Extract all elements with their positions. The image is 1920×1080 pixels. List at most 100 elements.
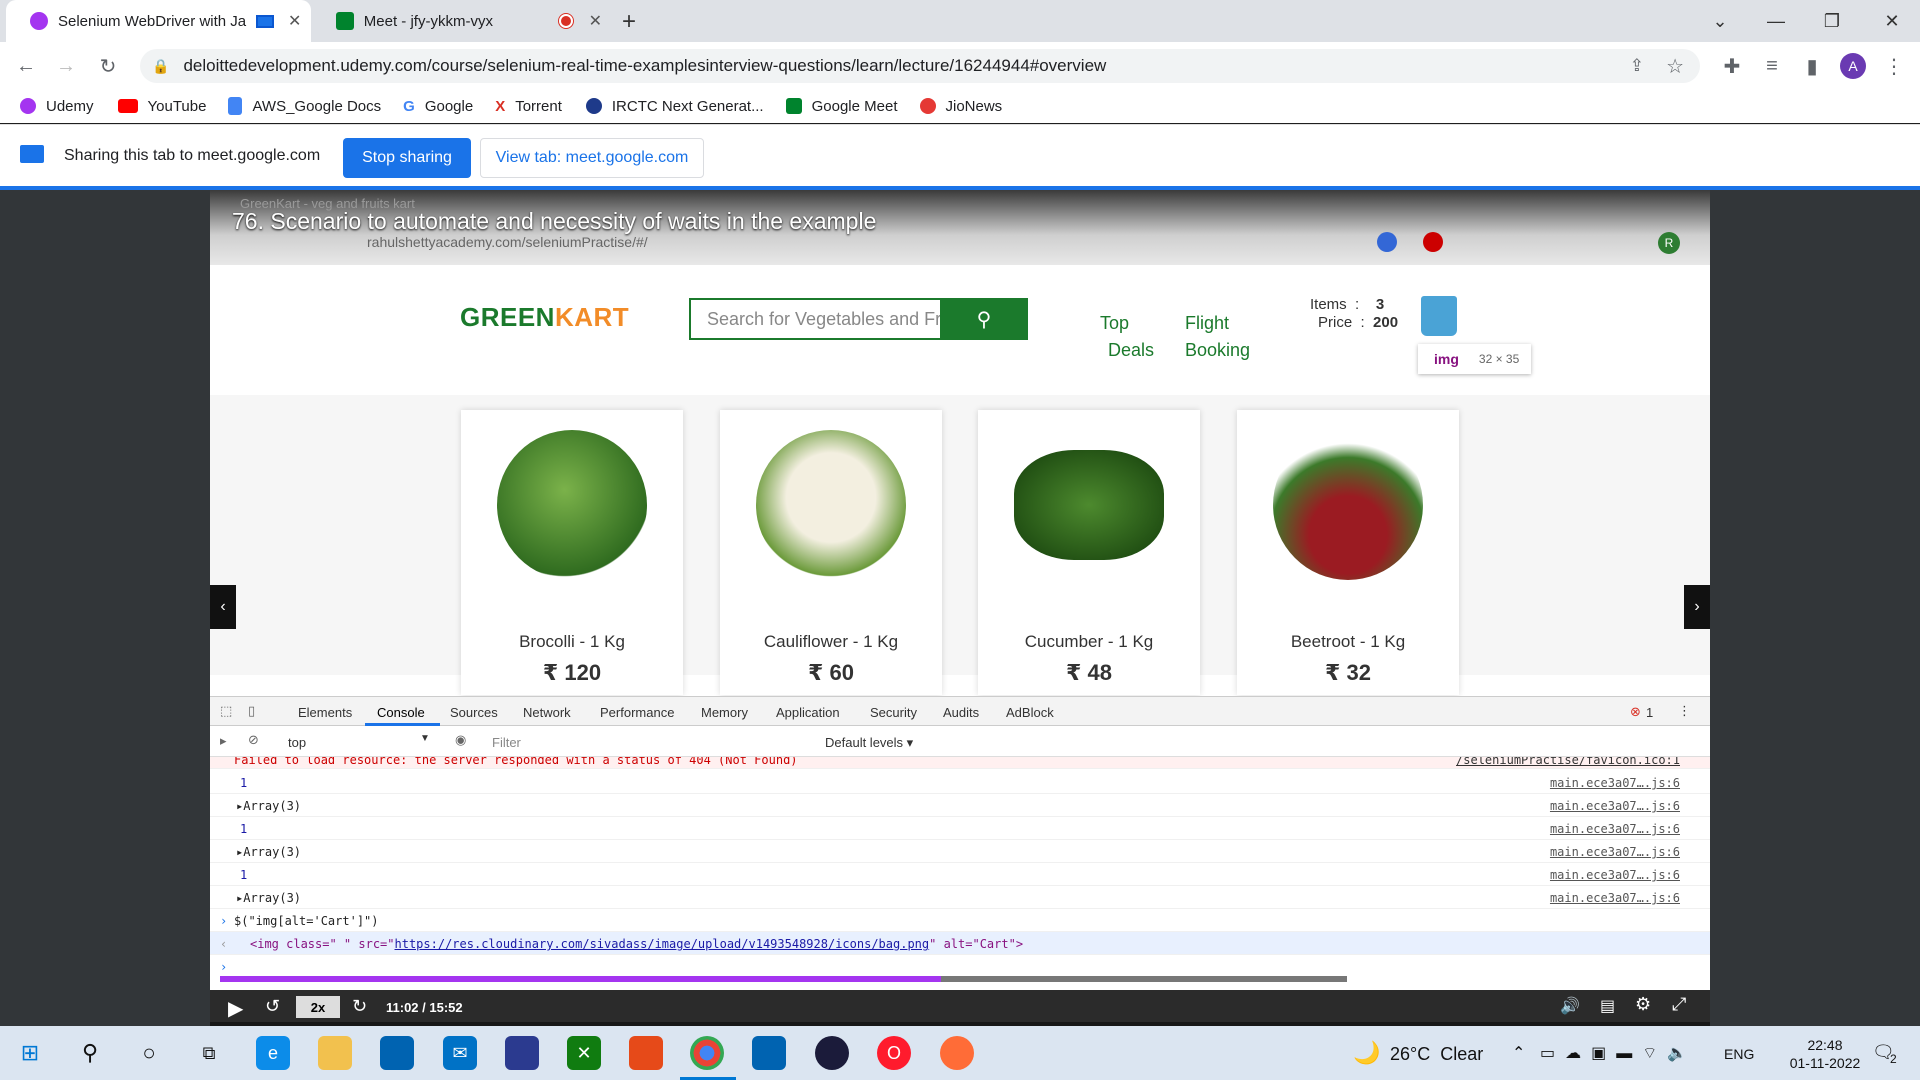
tab-search-icon[interactable]: ⌄ [1700,6,1740,36]
console-filter-input[interactable]: Filter [492,735,521,750]
file-explorer-icon[interactable] [318,1036,352,1070]
teams-icon[interactable] [752,1036,786,1070]
log-source-link[interactable]: main.ece3a07….js:6 [1550,868,1680,882]
devtools-menu-icon[interactable]: ⋮ [1678,703,1691,719]
devtools-tab-performance[interactable]: Performance [600,705,674,720]
devtools-tab-console[interactable]: Console [377,705,425,720]
new-tab-button[interactable]: + [622,8,636,36]
device-toolbar-icon[interactable]: ▯ [248,703,255,719]
reload-icon[interactable]: ↻ [94,52,122,80]
media-icon[interactable]: ≡ [1758,52,1786,80]
log-source-link[interactable]: main.ece3a07….js:6 [1550,845,1680,859]
mail-icon[interactable]: ✉ [443,1036,477,1070]
address-bar[interactable]: 🔒 deloittedevelopment.udemy.com/course/s… [140,49,1700,83]
language-indicator[interactable]: ENG [1724,1046,1754,1062]
edge-icon[interactable]: e [256,1036,290,1070]
search-button[interactable]: ⚲ [940,298,1028,340]
clear-console-icon[interactable]: ⊘ [248,732,259,748]
tray-icons[interactable]: ▭☁▣▬⌔🔈 [1540,1043,1697,1063]
fullscreen-icon[interactable]: ⤢ [1672,994,1686,1015]
bookmark-jionews[interactable]: JioNews [919,98,1002,115]
extensions-icon[interactable]: ✚ [1718,52,1746,80]
devtools-tab-audits[interactable]: Audits [943,705,979,720]
next-arrow-icon[interactable]: › [1684,585,1710,629]
minimize-button[interactable]: — [1756,6,1796,36]
restore-button[interactable]: ❐ [1812,6,1852,36]
postman-icon[interactable] [940,1036,974,1070]
console-log-row[interactable]: ▸Array(3) main.ece3a07….js:6 [210,840,1710,863]
weather-text[interactable]: 26°C Clear [1390,1044,1483,1065]
log-source-link[interactable]: main.ece3a07….js:6 [1550,822,1680,836]
log-source-link[interactable]: main.ece3a07….js:6 [1550,891,1680,905]
sidebar-toggle-icon[interactable]: ▸ [220,733,227,749]
context-selector[interactable]: top [288,735,306,750]
result-src-link[interactable]: https://res.cloudinary.com/sivadass/imag… [395,937,930,951]
profile-avatar[interactable]: A [1840,53,1866,79]
playback-speed-button[interactable]: 2x [296,996,340,1018]
error-count-icon[interactable]: ⊗ [1630,704,1641,720]
office-icon[interactable] [629,1036,663,1070]
forward-icon[interactable]: ↻ [352,996,367,1017]
bookmark-aws-google-docs[interactable]: AWS_Google Docs [228,97,381,115]
play-icon[interactable]: ▶ [228,996,243,1021]
devtools-tab-adblock[interactable]: AdBlock [1006,705,1054,720]
captions-icon[interactable]: ▤ [1600,996,1615,1016]
close-tab-icon[interactable]: ✕ [288,11,301,31]
tab-meet[interactable]: Meet - jfy-ykkm-vyx ✕ [312,0,602,42]
close-window-button[interactable]: ✕ [1872,6,1912,36]
devtools-tab-application[interactable]: Application [776,705,840,720]
view-tab-button[interactable]: View tab: meet.google.com [480,138,704,178]
back-icon[interactable]: ← [12,52,40,80]
search-input[interactable]: Search for Vegetables and Fruits [689,298,942,340]
eye-icon[interactable]: ◉ [455,732,466,748]
bookmark-udemy[interactable]: Udemy [20,98,94,115]
console-result-row[interactable]: ‹ <img class=" " src="https://res.cloudi… [210,932,1710,955]
tab-udemy[interactable]: Selenium WebDriver with Ja ✕ [6,0,311,42]
bookmark-youtube[interactable]: YouTube [117,98,206,115]
flight-booking-link[interactable]: Flight Booking [1185,310,1250,364]
console-log-row[interactable]: ▸Array(3) main.ece3a07….js:6 [210,794,1710,817]
stop-sharing-button[interactable]: Stop sharing [343,138,471,178]
search-icon[interactable]: ⚲ [73,1036,107,1070]
devtools-tab-network[interactable]: Network [523,705,571,720]
top-deals-link[interactable]: Top Deals [1100,310,1154,364]
share-icon[interactable]: ⇪ [1630,56,1644,76]
xbox-icon[interactable]: ✕ [567,1036,601,1070]
devtools-tab-security[interactable]: Security [870,705,917,720]
devtools-tab-memory[interactable]: Memory [701,705,748,720]
power-automate-icon[interactable] [505,1036,539,1070]
chrome-icon[interactable] [690,1036,724,1070]
bookmark-irctc[interactable]: IRCTC Next Generat... [585,98,764,115]
prev-arrow-icon[interactable]: ‹ [210,585,236,629]
console-log-row[interactable]: ▸Array(3) main.ece3a07….js:6 [210,886,1710,909]
rewind-icon[interactable]: ↺ [265,996,280,1017]
close-tab-icon[interactable]: ✕ [589,11,602,31]
vpn-icon[interactable] [815,1036,849,1070]
cart-bag-icon[interactable] [1421,296,1457,336]
error-source-link[interactable]: /seleniumPractise/favicon.ico:1 [1456,757,1680,767]
devtools-tab-elements[interactable]: Elements [298,705,352,720]
forward-icon[interactable]: → [52,52,80,80]
log-levels-dropdown[interactable]: Default levels ▾ [825,735,913,751]
settings-gear-icon[interactable]: ⚙ [1635,994,1651,1015]
bookmark-google[interactable]: G Google [403,98,473,115]
context-dropdown-icon[interactable]: ▼ [420,733,430,744]
clock[interactable]: 22:48 01-11-2022 [1780,1036,1870,1072]
bookmark-google-meet[interactable]: Google Meet [785,98,898,115]
side-panel-icon[interactable]: ▮ [1798,52,1826,80]
start-windows-icon[interactable]: ⊞ [13,1036,47,1070]
inspect-element-icon[interactable]: ⬚ [220,703,232,719]
bookmark-star-icon[interactable]: ☆ [1666,54,1684,79]
log-source-link[interactable]: main.ece3a07….js:6 [1550,799,1680,813]
bookmark-torrent[interactable]: X Torrent [495,98,562,115]
log-source-link[interactable]: main.ece3a07….js:6 [1550,776,1680,790]
task-view-icon[interactable]: ⧉ [192,1036,226,1070]
store-icon[interactable] [380,1036,414,1070]
menu-icon[interactable]: ⋮ [1880,52,1908,80]
opera-icon[interactable]: O [877,1036,911,1070]
volume-icon[interactable]: 🔊 [1560,996,1580,1016]
tray-chevron-icon[interactable]: ⌃ [1512,1043,1525,1063]
devtools-tab-sources[interactable]: Sources [450,705,498,720]
cortana-icon[interactable]: ○ [132,1036,166,1070]
console-prompt-row[interactable]: › [210,955,1710,978]
